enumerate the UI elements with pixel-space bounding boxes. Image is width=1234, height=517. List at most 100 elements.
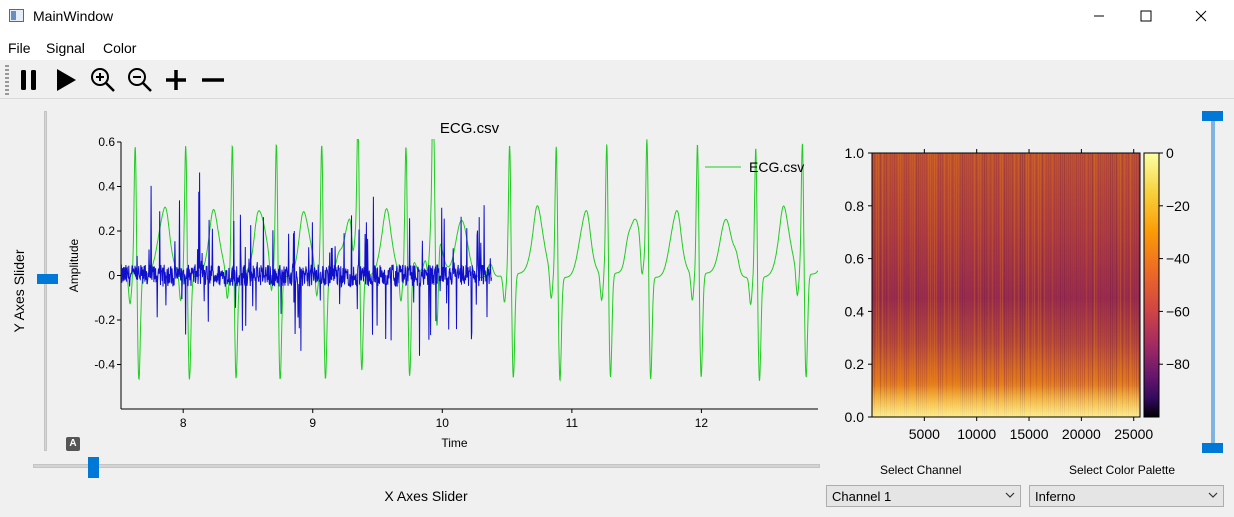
chevron-down-icon [1005,492,1015,498]
spectrogram-streak [1024,153,1025,417]
spectrogram-streak [890,153,891,417]
menu-signal[interactable]: Signal [46,40,85,56]
spectrogram-streak [966,153,967,417]
spectrogram-streak [980,153,981,417]
spectrogram-streak [1118,153,1119,417]
spec-y-tick-label: 0.8 [845,198,865,214]
spectrogram-streak [1112,153,1113,417]
spectrogram-streak [1070,153,1071,417]
y-axes-slider-handle[interactable] [37,274,58,284]
spectrogram-streak [906,153,907,417]
spectrogram-streak [936,153,937,417]
range-slider-track[interactable] [1211,117,1215,447]
colorbar [1143,152,1160,418]
zoom-in-button[interactable] [87,64,119,96]
spectrogram-streak [1006,153,1007,417]
spectrogram-streak [1138,153,1139,417]
colorbar-tick-label: −60 [1166,303,1190,319]
spectrogram-streak [958,153,959,417]
spectrogram-streak [900,153,901,417]
close-button[interactable] [1178,0,1224,32]
range-slider-bottom-handle[interactable] [1202,443,1223,453]
spectrogram-streak [970,153,971,417]
spectrogram-streak [1014,153,1015,417]
spectrogram-streak [962,153,963,417]
spectrogram-streak [1098,153,1099,417]
spectrogram-streak [888,153,889,417]
palette-select[interactable]: Inferno [1029,485,1224,507]
spectrogram-streak [930,153,931,417]
spectrogram-streak [924,153,925,417]
range-slider-top-handle[interactable] [1202,111,1223,121]
menu-color[interactable]: Color [103,40,136,56]
spectrogram-streak [1010,153,1011,417]
spectrogram-streak [1094,153,1095,417]
minus-button[interactable] [197,64,229,96]
select-channel-label: Select Channel [880,463,962,477]
spectrogram-streak [1064,153,1065,417]
spectrogram-streak [1012,153,1013,417]
maximize-button[interactable] [1123,0,1169,32]
spectrogram-streak [1002,153,1003,417]
spectrogram-streak [874,153,875,417]
spec-x-tick-label: 20000 [1062,426,1101,442]
spectrogram-streak [920,153,921,417]
spec-y-tick-label: 0.4 [845,303,865,319]
spectrogram-streak [978,153,979,417]
spectrogram-streak [916,153,917,417]
x-axes-slider-track[interactable] [33,464,820,468]
spectrogram-streak [932,153,933,417]
zoom-out-button[interactable] [124,64,156,96]
ecg-chart: ECG.csv -0.4 -0.2 0 0.2 0.4 0.6 8 9 10 11 12 Time Amp… [67,120,818,450]
pause-button[interactable] [13,64,45,96]
spectrogram-streak [878,153,879,417]
toolbar-grip[interactable] [5,65,9,95]
spectrogram-streak [876,153,877,417]
menu-bar: File Signal Color [0,32,1234,60]
palette-select-value: Inferno [1035,489,1076,504]
y-tick-label: 0 [108,269,115,283]
spec-x-tick-label: 10000 [957,426,996,442]
spectrogram-streak [950,153,951,417]
spectrogram-streak [998,153,999,417]
auto-range-button[interactable]: A [66,437,80,451]
spectrogram-streak [1058,153,1059,417]
spec-y-tick-label: 0.2 [845,356,865,372]
spectrogram-streak [1032,153,1033,417]
spectrogram-streak [956,153,957,417]
select-palette-label: Select Color Palette [1069,463,1176,477]
spec-x-tick-label: 25000 [1114,426,1153,442]
channel-select[interactable]: Channel 1 [826,485,1021,507]
x-axes-slider-handle[interactable] [88,457,99,478]
spectrogram-streak [1134,153,1135,417]
play-button[interactable] [50,64,82,96]
spectrogram-streak [1050,153,1051,417]
chevron-down-icon [1208,492,1218,498]
spectrogram-streak [1054,153,1055,417]
spec-x-tick-label: 15000 [1010,426,1049,442]
spectrogram-streak [892,153,893,417]
spectrogram-streak [1052,153,1053,417]
spec-y-tick-label: 1.0 [845,145,865,161]
plus-button[interactable] [160,64,192,96]
spectrogram-streak [898,153,899,417]
spectrogram-streak [1126,153,1127,417]
spectrogram-streak [948,153,949,417]
legend-label: ECG.csv [749,159,804,175]
menu-file[interactable]: File [8,40,31,56]
maximize-icon [1140,10,1152,22]
spectrogram-streak [1068,153,1069,417]
x-tick-label: 11 [566,416,579,430]
ecg-series-line [121,139,818,382]
minimize-button[interactable] [1076,0,1122,32]
spectrogram-streak [940,153,941,417]
spectrogram-streak [1080,153,1081,417]
spectrogram-streak [1082,153,1083,417]
spectrogram-streak [880,153,881,417]
spectrogram-streak [894,153,895,417]
window-title: MainWindow [33,8,114,24]
play-icon [57,69,76,91]
spectrogram-streak [886,153,887,417]
spectrogram-streak [954,153,955,417]
x-tick-label: 10 [436,416,450,430]
